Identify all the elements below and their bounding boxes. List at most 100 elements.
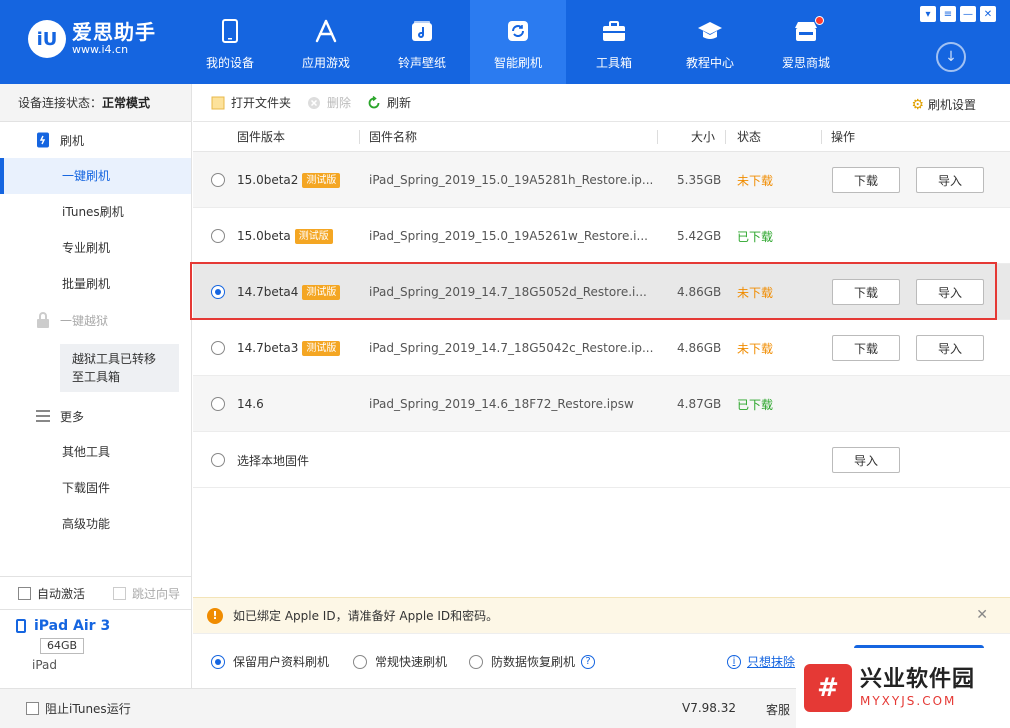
refresh-icon: [505, 18, 531, 44]
firmware-size: 4.86GB: [677, 341, 722, 355]
sidebar-item-other-tools[interactable]: 其他工具: [0, 434, 191, 470]
row-radio[interactable]: [211, 285, 225, 299]
radio-anti-recovery[interactable]: [469, 654, 483, 669]
download-manager-icon[interactable]: ↓: [936, 42, 966, 72]
firmware-size: 5.42GB: [677, 229, 722, 243]
row-radio[interactable]: [211, 229, 225, 243]
nav-toolbox[interactable]: 工具箱: [566, 0, 662, 84]
flash-settings-button[interactable]: ⚙ 刷机设置: [911, 96, 976, 113]
header-status: 状态: [737, 130, 762, 144]
nav-ringtones-wallpapers[interactable]: 铃声壁纸: [374, 0, 470, 84]
header-action: 操作: [831, 130, 856, 144]
app-url: www.i4.cn: [72, 43, 129, 56]
sidebar-bottom: 自动激活 跳过向导 iPad Air 3 64GB iPad: [0, 576, 191, 689]
customer-service-link[interactable]: 客服: [766, 701, 790, 718]
firmware-version: 14.7beta4: [237, 285, 299, 299]
main-nav: 我的设备 应用游戏 铃声壁纸 智能刷机 工具箱 教程中心 爱思商城: [182, 0, 854, 84]
nav-shop[interactable]: 爱思商城: [758, 0, 854, 84]
radio-keep-data[interactable]: [211, 654, 225, 669]
warning-icon: !: [207, 607, 223, 624]
nav-smart-flash[interactable]: 智能刷机: [470, 0, 566, 84]
sidebar-group-more: 更多: [0, 398, 191, 434]
row-radio[interactable]: [211, 173, 225, 187]
delete-icon: [307, 96, 321, 110]
auto-activate-label: 自动激活: [37, 586, 86, 601]
sidebar-item-advanced[interactable]: 高级功能: [0, 506, 191, 542]
sidebar: 设备连接状态：正常模式 刷机 一键刷机 iTunes刷机 专业刷机 批量刷机 一…: [0, 84, 192, 688]
notice-bar: ! 如已绑定 Apple ID，请准备好 Apple ID和密码。 ✕: [193, 597, 1010, 633]
nav-my-device[interactable]: 我的设备: [182, 0, 278, 84]
lock-icon: [36, 312, 50, 328]
option-quick-flash[interactable]: 常规快速刷机: [353, 653, 447, 670]
auto-activate-checkbox[interactable]: [18, 586, 31, 600]
skip-guide-label: 跳过向导: [132, 586, 181, 601]
tablet-icon: [16, 619, 26, 633]
watermark-logo: #: [804, 664, 852, 712]
sidebar-item-pro-flash[interactable]: 专业刷机: [0, 230, 191, 266]
download-button[interactable]: 下载: [832, 335, 900, 361]
table-row[interactable]: 14.6 iPad_Spring_2019_14.6_18F72_Restore…: [193, 376, 1010, 432]
nav-tutorials[interactable]: 教程中心: [662, 0, 758, 84]
table-row[interactable]: 15.0beta 测试版 iPad_Spring_2019_15.0_19A52…: [193, 208, 1010, 264]
close-icon[interactable]: ✕: [980, 6, 996, 22]
refresh-button[interactable]: 刷新: [367, 94, 411, 111]
download-status: 未下载: [737, 341, 774, 356]
firmware-name: iPad_Spring_2019_15.0_19A5261w_Restore.i…: [369, 229, 648, 243]
connection-status: 设备连接状态：正常模式: [0, 84, 191, 122]
close-notice-icon[interactable]: ✕: [976, 607, 988, 623]
block-itunes-label: 阻止iTunes运行: [45, 702, 131, 716]
table-row-local-firmware[interactable]: 选择本地固件 导入: [193, 432, 1010, 488]
row-radio[interactable]: [211, 453, 225, 467]
watermark-name: 兴业软件园: [860, 667, 976, 692]
option-keep-data[interactable]: 保留用户资料刷机: [211, 653, 329, 670]
table-row[interactable]: 15.0beta2 测试版 iPad_Spring_2019_15.0_19A5…: [193, 152, 1010, 208]
status-value: 正常模式: [102, 96, 151, 110]
appstore-icon: [313, 18, 339, 44]
sidebar-item-itunes-flash[interactable]: iTunes刷机: [0, 194, 191, 230]
window-controls: ▾ ≡ — ✕: [920, 6, 996, 22]
table-row-selected[interactable]: 14.7beta4 测试版 iPad_Spring_2019_14.7_18G5…: [190, 262, 1010, 320]
firmware-version: 15.0beta2: [237, 173, 299, 187]
device-card: iPad Air 3 64GB iPad: [0, 609, 191, 689]
radio-quick-flash[interactable]: [353, 654, 367, 669]
skip-guide-checkbox[interactable]: [113, 586, 127, 600]
minimize-icon[interactable]: —: [960, 6, 976, 22]
watermark: # 兴业软件园 MYXYJS.COM: [796, 648, 1010, 728]
watermark-url: MYXYJS.COM: [860, 694, 957, 708]
toolbar: 打开文件夹 删除 刷新 ⚙ 刷机设置: [193, 84, 1010, 122]
firmware-size: 5.35GB: [677, 173, 722, 187]
top-header: iU 爱思助手 www.i4.cn 我的设备 应用游戏 铃声壁纸 智能刷机 工具…: [0, 0, 1010, 84]
help-icon[interactable]: ?: [581, 654, 596, 669]
toolbox-icon: [601, 18, 627, 44]
block-itunes-checkbox[interactable]: [26, 702, 39, 715]
notification-dot: [815, 16, 824, 25]
firmware-name: iPad_Spring_2019_14.7_18G5042c_Restore.i…: [369, 341, 654, 355]
import-button[interactable]: 导入: [916, 279, 984, 305]
table-row[interactable]: 14.7beta3 测试版 iPad_Spring_2019_14.7_18G5…: [193, 320, 1010, 376]
nav-apps-games[interactable]: 应用游戏: [278, 0, 374, 84]
import-button[interactable]: 导入: [916, 167, 984, 193]
beta-badge: 测试版: [302, 284, 341, 300]
firmware-name: iPad_Spring_2019_14.7_18G5052d_Restore.i…: [369, 285, 647, 299]
sidebar-item-one-click-flash[interactable]: 一键刷机: [0, 158, 191, 194]
local-firmware-label: 选择本地固件: [237, 453, 310, 468]
logo-mark: iU: [28, 20, 66, 58]
sidebar-item-download-firmware[interactable]: 下载固件: [0, 470, 191, 506]
list-icon: [36, 408, 50, 424]
download-button[interactable]: 下载: [832, 167, 900, 193]
notice-text: 如已绑定 Apple ID，请准备好 Apple ID和密码。: [233, 609, 499, 623]
import-button[interactable]: 导入: [916, 335, 984, 361]
header-size: 大小: [691, 130, 716, 144]
delete-button[interactable]: 删除: [307, 94, 351, 111]
menu-icon[interactable]: ≡: [940, 6, 956, 22]
open-folder-button[interactable]: 打开文件夹: [211, 94, 291, 111]
sidebar-item-batch-flash[interactable]: 批量刷机: [0, 266, 191, 302]
refresh-icon: [367, 95, 381, 110]
download-button[interactable]: 下载: [832, 279, 900, 305]
option-anti-recovery[interactable]: 防数据恢复刷机 ?: [469, 653, 596, 670]
erase-only-link[interactable]: i 只想抹除: [727, 653, 795, 670]
import-local-button[interactable]: 导入: [832, 447, 900, 473]
row-radio[interactable]: [211, 397, 225, 411]
row-radio[interactable]: [211, 341, 225, 355]
skin-icon[interactable]: ▾: [920, 6, 936, 22]
